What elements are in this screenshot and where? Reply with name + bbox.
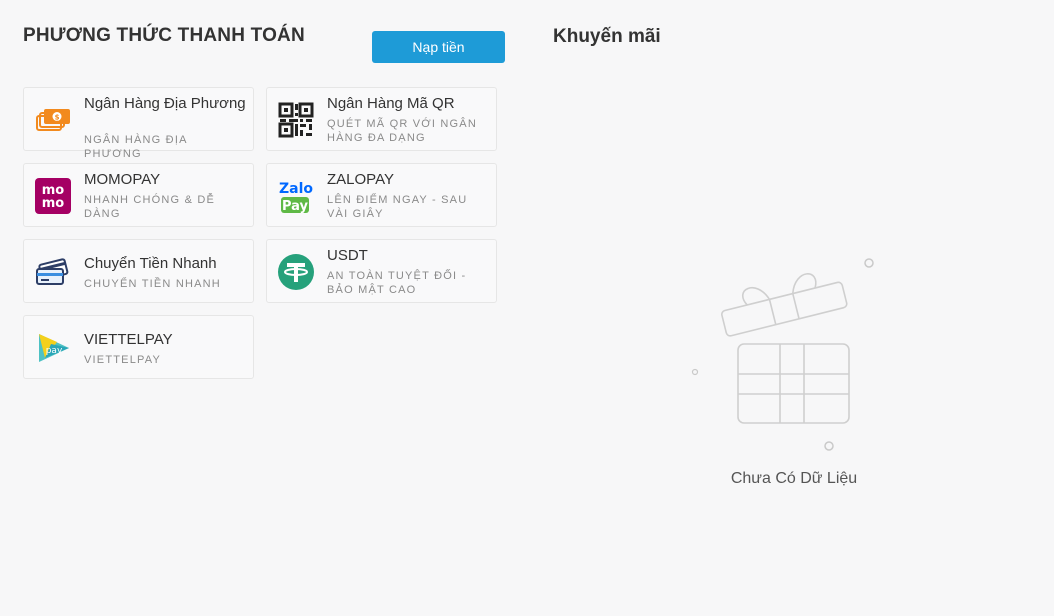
deposit-button[interactable]: Nạp tiền bbox=[372, 31, 505, 63]
payment-method-fast-transfer[interactable]: Chuyển Tiền Nhanh CHUYỂN TIỀN NHANH bbox=[23, 239, 254, 303]
svg-text:$: $ bbox=[55, 114, 60, 122]
tether-icon bbox=[278, 254, 314, 290]
payment-method-name: Ngân Hàng Địa Phương bbox=[84, 95, 246, 112]
viettel-pay-text: pay bbox=[46, 346, 63, 356]
payment-method-desc: NGÂN HÀNG ĐỊA PHƯƠNG bbox=[84, 134, 188, 160]
empty-state-text: Chưa Có Dữ Liệu bbox=[730, 470, 858, 487]
payment-method-desc: NHANH CHÓNG & DỄ DÀNG bbox=[84, 194, 216, 220]
cards-icon bbox=[36, 258, 69, 285]
payment-method-desc: CHUYỂN TIỀN NHANH bbox=[84, 278, 221, 290]
payment-method-desc: QUÉT MÃ QR VỚI NGÂN HÀNG ĐA DẠNG bbox=[327, 118, 477, 144]
payment-method-zalopay[interactable]: Zalo Pay ZALOPAY LÊN ĐIỂM NGAY - SAU VÀI… bbox=[266, 163, 497, 227]
payment-method-qr-bank[interactable]: Ngân Hàng Mã QR QUÉT MÃ QR VỚI NGÂN HÀNG… bbox=[266, 87, 497, 151]
payment-method-name: VIETTELPAY bbox=[84, 331, 173, 348]
payment-method-name: MOMOPAY bbox=[84, 171, 161, 188]
payment-method-desc: VIETTELPAY bbox=[84, 354, 162, 366]
payment-method-momopay[interactable]: mo mo MOMOPAY NHANH CHÓNG & DỄ DÀNG bbox=[23, 163, 254, 227]
gift-box-icon bbox=[691, 258, 874, 451]
payment-method-viettelpay[interactable]: pay VIETTELPAY VIETTELPAY bbox=[23, 315, 254, 379]
payment-methods-title: PHƯƠNG THỨC THANH TOÁN bbox=[23, 25, 305, 46]
promotions-title: Khuyến mãi bbox=[553, 26, 661, 47]
payment-method-local-bank[interactable]: $ Ngân Hàng Địa Phương NGÂN HÀNG ĐỊA PHƯ… bbox=[23, 87, 254, 160]
payment-method-name: Chuyển Tiền Nhanh bbox=[84, 255, 217, 272]
payment-method-name: ZALOPAY bbox=[327, 171, 394, 188]
payment-method-desc: LÊN ĐIỂM NGAY - SAU VÀI GIÂY bbox=[327, 194, 468, 220]
momo-icon: mo mo bbox=[35, 178, 71, 214]
payment-method-name: USDT bbox=[327, 247, 368, 264]
qr-code-icon bbox=[278, 102, 314, 138]
viettelpay-icon: pay bbox=[39, 334, 69, 362]
local-bank-icon: $ bbox=[36, 109, 70, 131]
payment-method-desc: AN TOÀN TUYỆT ĐỐI - BẢO MẬT CAO bbox=[327, 270, 467, 296]
zalo-text: Zalo bbox=[279, 181, 313, 197]
momo-bottom-text: mo bbox=[42, 196, 65, 211]
payment-method-usdt[interactable]: USDT AN TOÀN TUYỆT ĐỐI - BẢO MẬT CAO bbox=[266, 239, 497, 303]
pay-text: Pay bbox=[282, 199, 309, 214]
payment-method-name: Ngân Hàng Mã QR bbox=[327, 95, 455, 112]
zalopay-icon: Zalo Pay bbox=[279, 181, 313, 214]
